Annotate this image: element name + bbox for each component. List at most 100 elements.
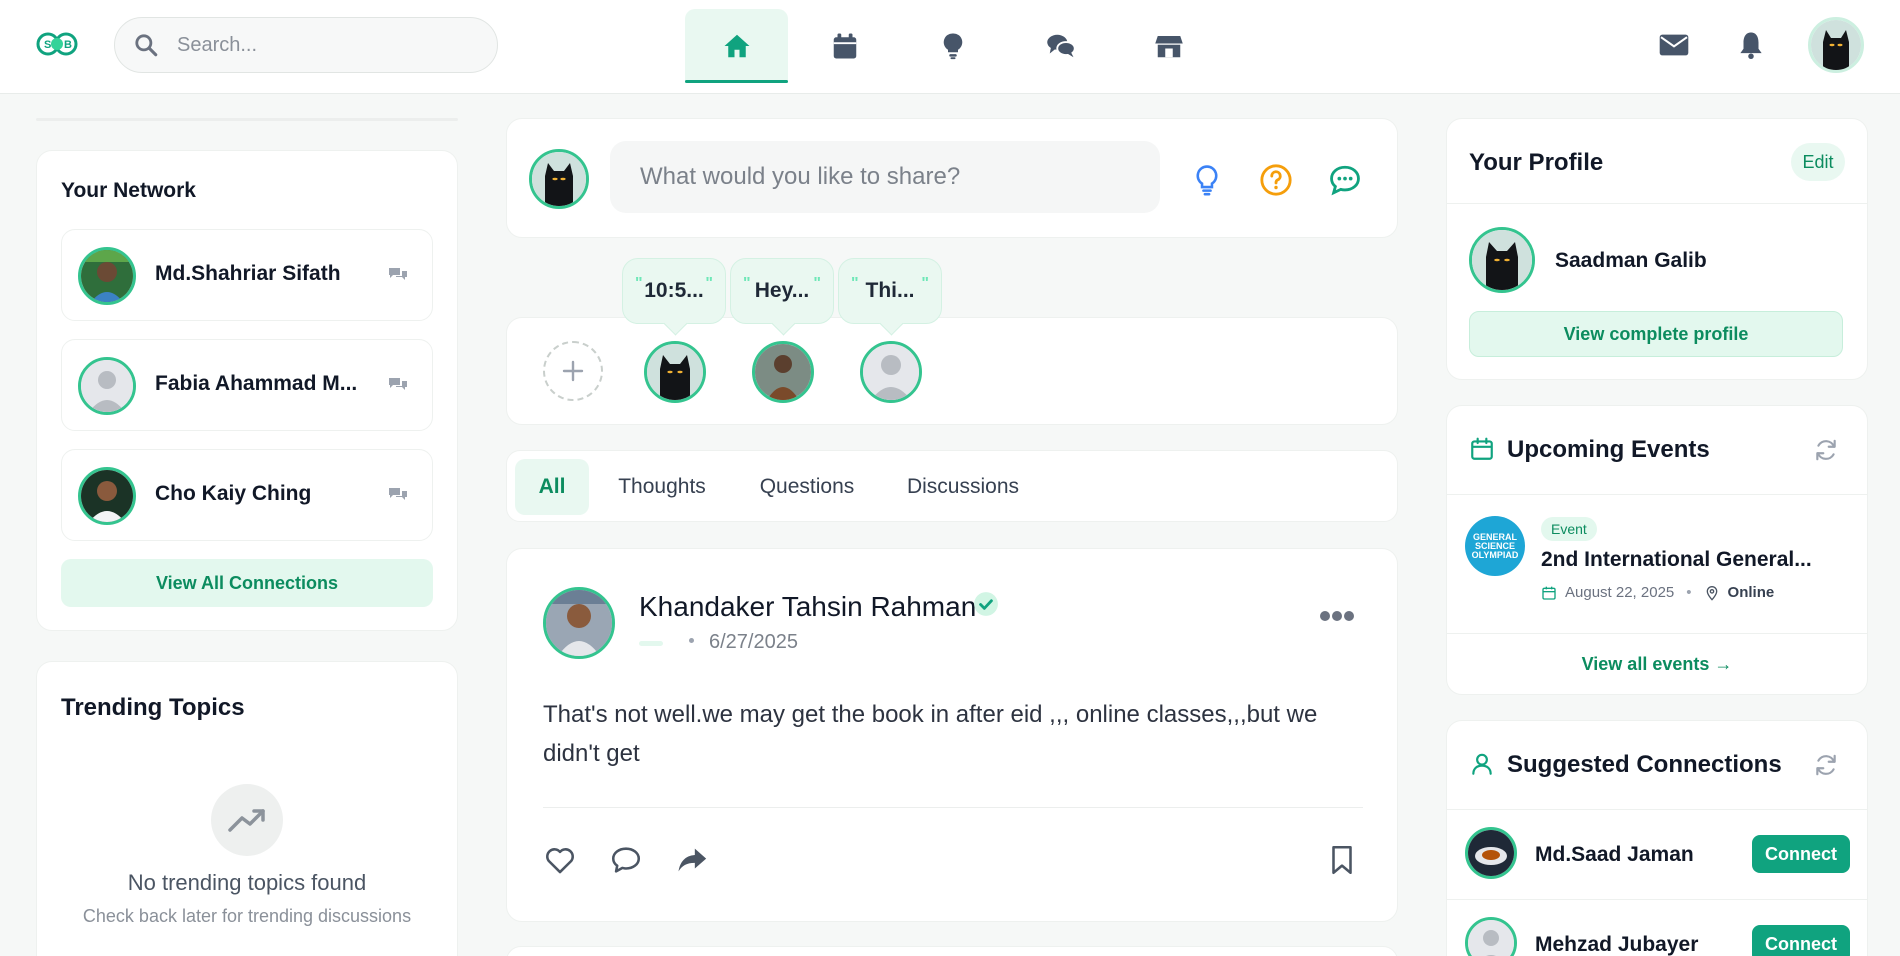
events-footer-divider bbox=[1447, 633, 1867, 634]
edit-profile-button[interactable]: Edit bbox=[1791, 143, 1845, 181]
like-heart-icon[interactable] bbox=[543, 843, 577, 877]
black-cat-avatar bbox=[1811, 20, 1861, 70]
connect-button[interactable]: Connect bbox=[1752, 925, 1850, 956]
avatar bbox=[78, 357, 136, 415]
add-story-button[interactable] bbox=[543, 341, 603, 401]
network-title: Your Network bbox=[61, 179, 196, 202]
suggestion-avatar[interactable] bbox=[1465, 827, 1517, 879]
story-preview-text: Hey... bbox=[754, 279, 810, 302]
post-composer: What would you like to share? bbox=[506, 118, 1398, 238]
story-bubble[interactable]: " 10:5... " bbox=[622, 258, 726, 324]
tab-discussions[interactable]: Discussions bbox=[895, 459, 1031, 515]
trending-topics-card: Trending Topics No trending topics found… bbox=[36, 661, 458, 956]
suggestion-divider bbox=[1447, 899, 1867, 900]
nav-marketplace[interactable] bbox=[1117, 9, 1220, 83]
composer-input[interactable]: What would you like to share? bbox=[610, 141, 1160, 213]
meta-separator: • bbox=[1686, 584, 1692, 601]
trending-empty-icon-wrap bbox=[211, 784, 283, 856]
bookmark-icon[interactable] bbox=[1325, 843, 1359, 877]
composer-avatar bbox=[529, 149, 589, 209]
messages-button[interactable] bbox=[1657, 28, 1691, 62]
trending-title: Trending Topics bbox=[61, 694, 245, 721]
network-item[interactable]: Fabia Ahammad M... bbox=[61, 339, 433, 431]
trending-empty-subtitle: Check back later for trending discussion… bbox=[82, 906, 412, 926]
calendar-icon bbox=[1542, 586, 1556, 600]
suggested-title: Suggested Connections bbox=[1507, 751, 1782, 778]
chat-icon[interactable] bbox=[388, 486, 408, 504]
view-complete-profile-button[interactable]: View complete profile bbox=[1469, 311, 1843, 357]
nav-home[interactable] bbox=[685, 9, 788, 83]
event-type-badge: Event bbox=[1541, 517, 1597, 541]
chat-icon[interactable] bbox=[388, 266, 408, 284]
trending-up-icon bbox=[228, 809, 265, 832]
profile-name: Saadman Galib bbox=[1555, 249, 1707, 272]
chat-icon[interactable] bbox=[388, 376, 408, 394]
story-bubble[interactable]: " Hey... " bbox=[730, 258, 834, 324]
tab-thoughts[interactable]: Thoughts bbox=[607, 459, 717, 515]
profile-divider bbox=[1447, 203, 1867, 204]
post-category-tag bbox=[639, 641, 663, 646]
post-date: 6/27/2025 bbox=[709, 631, 798, 653]
story-avatar[interactable] bbox=[860, 341, 922, 403]
tab-questions[interactable]: Questions bbox=[747, 459, 867, 515]
suggested-connections-card: Suggested Connections Md.Saad Jaman Conn… bbox=[1446, 720, 1868, 956]
tab-all[interactable]: All bbox=[515, 459, 589, 515]
upcoming-events-card: Upcoming Events GENERAL SCIENCE OLYMPIAD… bbox=[1446, 405, 1868, 695]
chat-icon bbox=[1046, 34, 1076, 58]
connection-name: Md.Shahriar Sifath bbox=[155, 262, 341, 285]
event-logo[interactable]: GENERAL SCIENCE OLYMPIAD bbox=[1465, 516, 1525, 576]
lightbulb-icon bbox=[943, 33, 962, 60]
more-options-icon[interactable] bbox=[1319, 609, 1355, 623]
event-title[interactable]: 2nd International General... bbox=[1541, 548, 1812, 572]
calendar-icon bbox=[833, 33, 856, 59]
suggestion-name: Md.Saad Jaman bbox=[1535, 843, 1694, 866]
search-input[interactable] bbox=[177, 33, 477, 57]
connect-button[interactable]: Connect bbox=[1752, 835, 1850, 873]
author-avatar[interactable] bbox=[543, 587, 615, 659]
nav-ideas[interactable] bbox=[901, 9, 1004, 83]
connection-name: Fabia Ahammad M... bbox=[155, 372, 358, 395]
profile-avatar[interactable] bbox=[1469, 227, 1535, 293]
nav-events[interactable] bbox=[793, 9, 896, 83]
verified-badge-icon bbox=[974, 592, 998, 616]
event-location: Online bbox=[1727, 584, 1775, 601]
story-avatar[interactable] bbox=[752, 341, 814, 403]
feed-tabs: All Thoughts Questions Discussions bbox=[506, 450, 1398, 522]
network-item[interactable]: Cho Kaiy Ching bbox=[61, 449, 433, 541]
refresh-icon[interactable] bbox=[1813, 437, 1839, 463]
location-pin-icon bbox=[1706, 585, 1717, 601]
bell-icon bbox=[1740, 32, 1762, 59]
profile-title: Your Profile bbox=[1469, 149, 1604, 176]
story-bubble[interactable]: " Thi... " bbox=[838, 258, 942, 324]
view-all-connections-button[interactable]: View All Connections bbox=[61, 559, 433, 607]
app-logo[interactable]: S B bbox=[36, 30, 78, 58]
story-avatar[interactable] bbox=[644, 341, 706, 403]
svg-text:S: S bbox=[44, 39, 51, 51]
connection-name: Cho Kaiy Ching bbox=[155, 482, 312, 505]
network-item[interactable]: Md.Shahriar Sifath bbox=[61, 229, 433, 321]
events-divider bbox=[1447, 494, 1867, 495]
question-icon[interactable] bbox=[1259, 163, 1293, 197]
discussion-icon[interactable] bbox=[1328, 163, 1362, 197]
your-profile-card: Your Profile Edit Saadman Galib View com… bbox=[1446, 118, 1868, 380]
search-icon bbox=[135, 34, 158, 57]
notifications-button[interactable] bbox=[1734, 28, 1768, 62]
refresh-icon[interactable] bbox=[1813, 752, 1839, 778]
suggested-divider bbox=[1447, 809, 1867, 810]
post-author[interactable]: Khandaker Tahsin Rahman bbox=[639, 591, 976, 623]
top-header: S B bbox=[0, 0, 1900, 94]
thought-lightbulb-icon[interactable] bbox=[1190, 163, 1224, 197]
nav-discussions[interactable] bbox=[1009, 9, 1112, 83]
calendar-icon bbox=[1471, 437, 1493, 460]
suggestion-avatar[interactable] bbox=[1465, 917, 1517, 956]
comment-icon[interactable] bbox=[609, 843, 643, 877]
next-post-card bbox=[506, 946, 1398, 956]
user-avatar[interactable] bbox=[1808, 17, 1864, 73]
share-icon[interactable] bbox=[675, 843, 709, 877]
story-preview-text: Thi... bbox=[865, 279, 915, 302]
meta-separator bbox=[689, 638, 694, 643]
left-divider bbox=[36, 118, 458, 121]
your-network-card: Your Network Md.Shahriar Sifath Fabia Ah… bbox=[36, 150, 458, 631]
search-bar[interactable] bbox=[114, 17, 498, 73]
view-all-events-link[interactable]: View all events → bbox=[1447, 654, 1867, 675]
